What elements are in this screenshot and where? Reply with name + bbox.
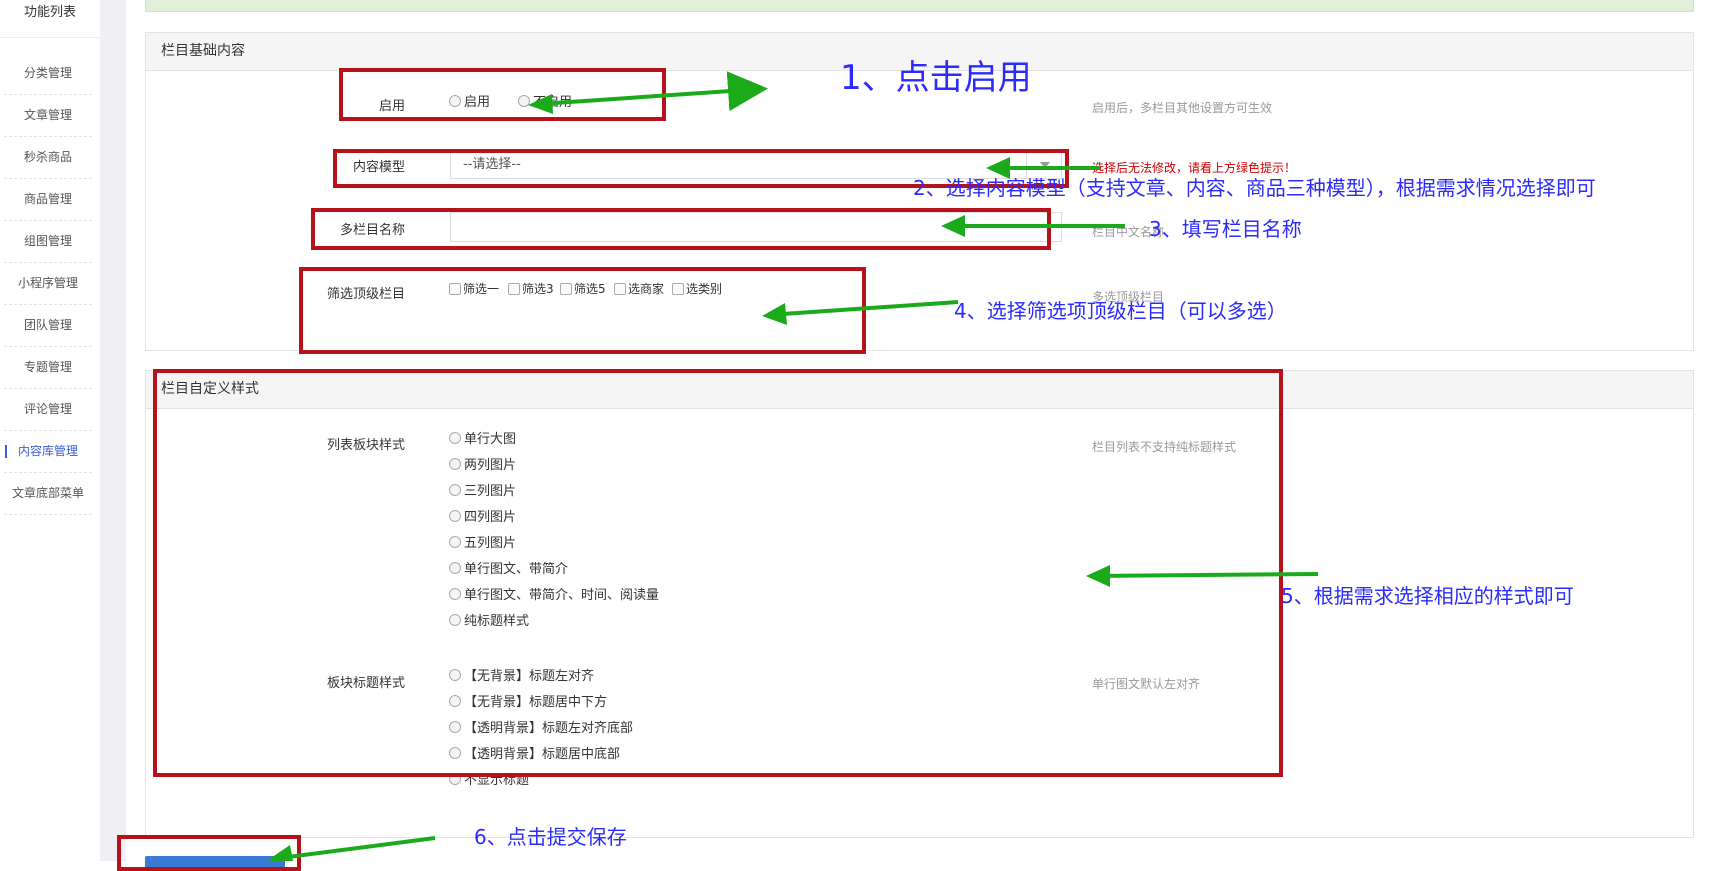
title-style-option-2[interactable]: 【无背景】标题居中下方 [449,691,607,710]
radio-circle-icon [449,694,461,707]
title-style-label: 板块标题样式 [326,676,405,691]
title-style-option-4[interactable]: 【透明背景】标题居中底部 [449,743,620,762]
radio-circle-icon [449,457,461,470]
sidebar-title: 功能列表 [0,0,100,38]
annotation-6: 6、点击提交保存 [474,825,627,849]
list-style-option-7[interactable]: 单行图文、带简介、时间、阅读量 [449,584,659,603]
top-alert [145,0,1694,12]
sidebar-item-articles[interactable]: 文章管理 [4,95,92,137]
list-style-option-2[interactable]: 两列图片 [449,454,516,473]
list-style-hint: 栏目列表不支持纯标题样式 [1092,440,1237,454]
sidebar-item-category[interactable]: 分类管理 [4,53,92,95]
sidebar-item-content-library[interactable]: 内容库管理 [4,431,92,473]
sidebar-item-flash-sale[interactable]: 秒杀商品 [4,137,92,179]
panel-title: 栏目自定义样式 [146,371,1693,409]
checkbox-icon [560,282,572,295]
radio-circle-icon [449,668,461,681]
sidebar-item-miniprogram[interactable]: 小程序管理 [4,263,92,305]
annotation-4: 4、选择筛选项顶级栏目（可以多选） [954,299,1287,323]
radio-circle-icon [449,561,461,574]
title-style-option-1[interactable]: 【无背景】标题左对齐 [449,665,594,684]
filter-checkbox-2[interactable]: 筛选3 [508,280,554,297]
radio-circle-icon [449,94,461,107]
sidebar: 功能列表 分类管理 文章管理 秒杀商品 商品管理 组图管理 小程序管理 团队管理… [0,0,100,861]
radio-circle-icon [518,94,530,107]
radio-circle-icon [449,613,461,626]
list-style-option-3[interactable]: 三列图片 [449,480,516,499]
checkbox-icon [672,282,684,295]
radio-circle-icon [449,535,461,548]
radio-circle-icon [449,509,461,522]
list-style-option-6[interactable]: 单行图文、带简介 [449,558,568,577]
checkbox-icon [508,282,520,295]
list-style-label: 列表板块样式 [326,438,405,453]
radio-circle-icon [449,746,461,759]
sidebar-item-topics[interactable]: 专题管理 [4,347,92,389]
list-style-option-8[interactable]: 纯标题样式 [449,610,529,629]
title-style-option-3[interactable]: 【透明背景】标题左对齐底部 [449,717,633,736]
column-name-label: 多栏目名称 [339,223,405,238]
radio-circle-icon [449,483,461,496]
list-style-option-4[interactable]: 四列图片 [449,506,516,525]
checkbox-icon [614,282,626,295]
submit-button[interactable] [145,856,285,868]
sidebar-item-article-footer-menu[interactable]: 文章底部菜单 [4,473,92,515]
column-name-input[interactable] [450,212,1062,242]
enable-radio-on[interactable]: 启用 [449,91,490,110]
content-model-label: 内容模型 [352,160,405,175]
list-style-option-5[interactable]: 五列图片 [449,532,516,551]
filter-checkbox-3[interactable]: 筛选5 [560,280,606,297]
title-style-option-5[interactable]: 不显示标题 [449,769,529,788]
radio-circle-icon [449,431,461,444]
radio-circle-icon [449,587,461,600]
annotation-1: 1、点击启用 [840,58,1032,98]
list-style-option-1[interactable]: 单行大图 [449,428,516,447]
filter-checkbox-4[interactable]: 选商家 [614,280,664,297]
enable-radio-off[interactable]: 不启用 [518,91,572,110]
radio-circle-icon [449,772,461,785]
title-style-hint: 单行图文默认左对齐 [1092,677,1201,691]
enable-hint: 启用后，多栏目其他设置方可生效 [1092,101,1273,115]
sidebar-item-team[interactable]: 团队管理 [4,305,92,347]
radio-circle-icon [449,720,461,733]
filter-checkbox-1[interactable]: 筛选一 [449,280,499,297]
enable-label: 启用 [378,99,405,114]
annotation-3: 3、填写栏目名称 [1149,217,1302,241]
filter-checkbox-5[interactable]: 选类别 [672,280,722,297]
annotation-5: 5、根据需求选择相应的样式即可 [1281,584,1574,608]
filter-top-label: 筛选顶级栏目 [326,287,405,302]
sidebar-gutter [100,0,126,861]
checkbox-icon [449,282,461,295]
annotation-2: 2、选择内容模型（支持文章、内容、商品三种模型），根据需求情况选择即可 [913,176,1596,200]
sidebar-item-comments[interactable]: 评论管理 [4,389,92,431]
sidebar-item-products[interactable]: 商品管理 [4,179,92,221]
sidebar-item-galleries[interactable]: 组图管理 [4,221,92,263]
